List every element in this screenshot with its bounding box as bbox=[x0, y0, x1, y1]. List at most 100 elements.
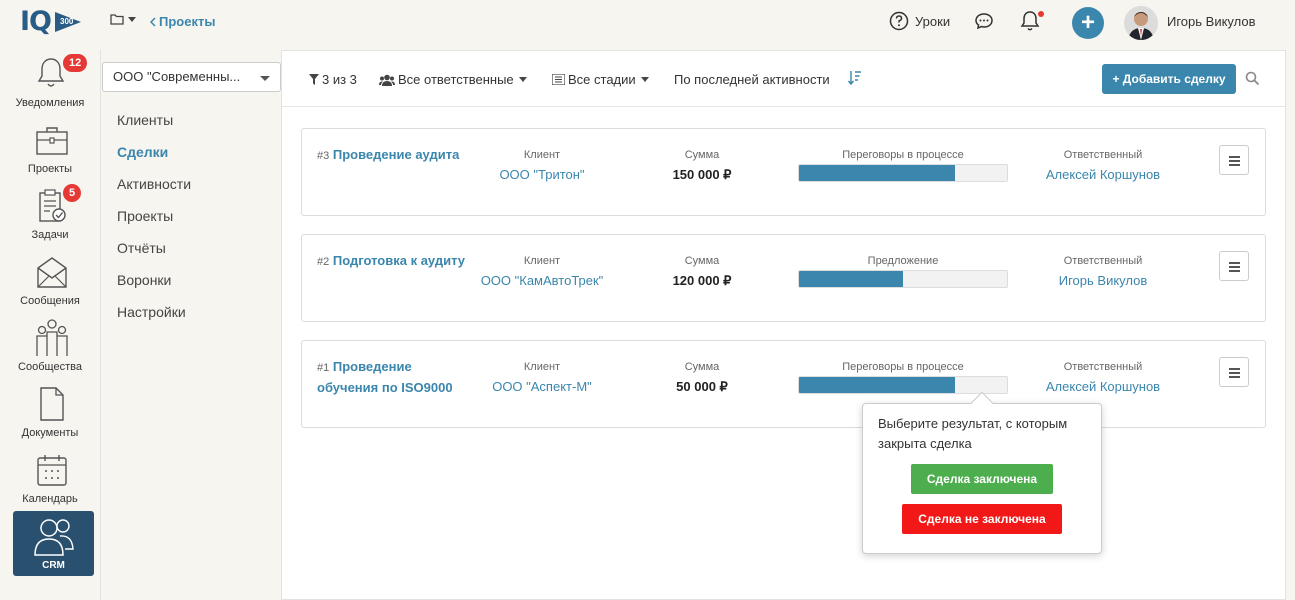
filter-button[interactable]: 3 из 3 bbox=[309, 72, 357, 87]
tasks-badge: 5 bbox=[63, 184, 82, 202]
deal-sum: 50 000 ₽ bbox=[676, 379, 728, 394]
subnav-item-activities[interactable]: Активности bbox=[117, 176, 191, 192]
client-link[interactable]: ООО "КамАвтоТрек" bbox=[462, 273, 622, 288]
subnav-item-funnels[interactable]: Воронки bbox=[117, 272, 171, 288]
nav-label: Сообщения bbox=[20, 295, 80, 307]
chevron-left-icon bbox=[150, 16, 156, 27]
users-icon bbox=[379, 74, 395, 86]
deal-title: Проведение аудита bbox=[332, 147, 460, 162]
logo[interactable]: IQ 300 bbox=[20, 6, 83, 37]
deals-panel: 3 из 3 Все ответственные Все стадии По п… bbox=[281, 50, 1286, 600]
stage-progress-fill bbox=[799, 271, 903, 287]
company-select[interactable]: ООО "Современны... bbox=[102, 62, 281, 92]
subnav-item-projects[interactable]: Проекты bbox=[117, 208, 173, 224]
responsible-link[interactable]: Алексей Коршунов bbox=[1028, 167, 1178, 182]
calendar-icon bbox=[37, 455, 67, 486]
nav-communities[interactable]: Сообщества bbox=[0, 318, 100, 374]
responsible-link[interactable]: Игорь Викулов bbox=[1028, 273, 1178, 288]
deal-stage: Предложение bbox=[867, 255, 939, 267]
user-avatar[interactable] bbox=[1124, 6, 1158, 40]
stage-progress-bar[interactable] bbox=[798, 376, 1008, 394]
nav-notifications[interactable]: 12 Уведомления bbox=[0, 54, 100, 114]
deals-toolbar: 3 из 3 Все ответственные Все стадии По п… bbox=[282, 51, 1285, 107]
deal-menu-button[interactable] bbox=[1219, 145, 1249, 175]
back-link-label: Проекты bbox=[159, 14, 216, 29]
document-icon bbox=[40, 387, 64, 421]
nav-label: Сообщества bbox=[18, 361, 82, 373]
sum-caption: Сумма bbox=[684, 255, 720, 267]
deal-title: Подготовка к аудиту bbox=[332, 253, 465, 268]
stage-progress-fill bbox=[799, 165, 955, 181]
subnav-item-clients[interactable]: Клиенты bbox=[117, 112, 173, 128]
stage-progress-bar[interactable] bbox=[798, 270, 1008, 288]
client-caption: Клиент bbox=[523, 149, 561, 161]
deal-card[interactable]: #2 Подготовка к аудиту Клиент ООО "КамАв… bbox=[301, 234, 1266, 322]
responsible-caption: Ответственный bbox=[1063, 361, 1143, 373]
back-to-projects-link[interactable]: Проекты bbox=[150, 14, 215, 29]
crm-subnav: ООО "Современны... Клиенты Сделки Активн… bbox=[100, 50, 281, 600]
subnav-item-deals[interactable]: Сделки bbox=[117, 144, 168, 160]
deal-menu-button[interactable] bbox=[1219, 251, 1249, 281]
sort-desc-icon[interactable] bbox=[848, 70, 862, 86]
notification-dot bbox=[1038, 11, 1044, 17]
folder-icon bbox=[110, 14, 124, 25]
deal-stage: Переговоры в процессе bbox=[842, 149, 964, 161]
nav-tasks[interactable]: 5 Задачи bbox=[0, 184, 100, 242]
envelope-icon bbox=[37, 257, 67, 288]
close-deal-popover: Выберите результат, с которым закрыта сд… bbox=[862, 391, 1102, 554]
deal-lost-button[interactable]: Сделка не заключена bbox=[902, 504, 1062, 534]
client-caption: Клиент bbox=[523, 361, 561, 373]
deal-stage: Переговоры в процессе bbox=[842, 361, 964, 373]
folder-dropdown[interactable] bbox=[110, 13, 136, 25]
deal-won-button[interactable]: Сделка заключена bbox=[911, 464, 1053, 494]
stages-filter[interactable]: Все стадии bbox=[552, 72, 649, 87]
nav-documents[interactable]: Документы bbox=[0, 386, 100, 442]
question-circle-icon bbox=[889, 11, 909, 31]
popover-message: Выберите результат, с которым закрыта сд… bbox=[878, 416, 1068, 451]
client-caption: Клиент bbox=[523, 255, 561, 267]
search-icon[interactable] bbox=[1245, 71, 1260, 86]
client-link[interactable]: ООО "Аспект-М" bbox=[462, 379, 622, 394]
deal-card[interactable]: #3 Проведение аудита Клиент ООО "Тритон"… bbox=[301, 128, 1266, 216]
lessons-link[interactable]: Уроки bbox=[889, 11, 950, 31]
caret-down-icon bbox=[260, 76, 270, 81]
logo-play-icon: 300 bbox=[53, 10, 83, 34]
deal-number: #1 bbox=[317, 362, 330, 374]
people-group-icon bbox=[36, 319, 68, 356]
left-nav: 12 Уведомления Проекты 5 Задачи Сообщени… bbox=[0, 44, 100, 600]
user-name[interactable]: Игорь Викулов bbox=[1167, 14, 1256, 29]
briefcase-icon bbox=[36, 127, 68, 155]
deal-card[interactable]: #1 Проведение обучения по ISO9000 Клиент… bbox=[301, 340, 1266, 428]
nav-label: Документы bbox=[21, 427, 79, 439]
responsible-filter-label: Все ответственные bbox=[398, 72, 514, 87]
notifications-badge: 12 bbox=[63, 54, 88, 72]
deal-sum: 120 000 ₽ bbox=[672, 273, 732, 288]
top-bar: IQ 300 Проекты Уроки + Игорь Викулов bbox=[0, 0, 1295, 44]
sort-select[interactable]: По последней активности bbox=[674, 72, 830, 87]
add-deal-button[interactable]: + Добавить сделку bbox=[1102, 64, 1236, 94]
filter-count: 3 из 3 bbox=[322, 72, 357, 87]
sum-caption: Сумма bbox=[684, 149, 720, 161]
nav-calendar[interactable]: Календарь bbox=[0, 452, 100, 508]
nav-crm[interactable]: CRM bbox=[13, 511, 94, 576]
create-plus-button[interactable]: + bbox=[1072, 7, 1104, 39]
deal-menu-button[interactable] bbox=[1219, 357, 1249, 387]
responsible-link[interactable]: Алексей Коршунов bbox=[1028, 379, 1178, 394]
subnav-item-reports[interactable]: Отчёты bbox=[117, 240, 166, 256]
sum-caption: Сумма bbox=[684, 361, 720, 373]
nav-projects[interactable]: Проекты bbox=[0, 124, 100, 176]
nav-label: Календарь bbox=[22, 493, 78, 505]
deal-title-block[interactable]: #1 Проведение обучения по ISO9000 bbox=[317, 357, 467, 398]
client-link[interactable]: ООО "Тритон" bbox=[462, 167, 622, 182]
deal-title-block[interactable]: #2 Подготовка к аудиту bbox=[317, 251, 467, 272]
responsible-filter[interactable]: Все ответственные bbox=[379, 72, 527, 87]
nav-label: Уведомления bbox=[15, 97, 85, 109]
subnav-item-settings[interactable]: Настройки bbox=[117, 304, 186, 320]
deal-number: #2 bbox=[317, 256, 330, 268]
stage-progress-bar[interactable] bbox=[798, 164, 1008, 182]
deal-title-block[interactable]: #3 Проведение аудита bbox=[317, 145, 467, 166]
nav-messages[interactable]: Сообщения bbox=[0, 256, 100, 308]
chat-icon[interactable] bbox=[974, 11, 994, 31]
nav-label: Задачи bbox=[31, 229, 69, 241]
stage-progress-fill bbox=[799, 377, 955, 393]
